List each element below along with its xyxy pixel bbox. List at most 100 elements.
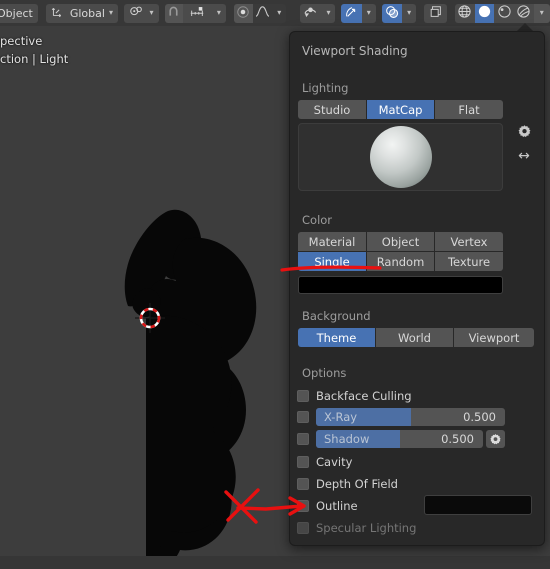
gizmo-toggle[interactable]	[341, 3, 362, 23]
color-option-vertex[interactable]: Vertex	[435, 232, 503, 251]
overlays-dropdown[interactable]: ▾	[402, 3, 417, 23]
orientation-axis-icon	[51, 5, 64, 21]
shading-material-preview-button[interactable]	[494, 3, 514, 23]
overlays-icon	[385, 5, 399, 22]
mode-selector[interactable]: Object	[0, 3, 38, 23]
gizmo-icon	[345, 5, 359, 22]
shadow-slider-label: Shadow	[324, 432, 370, 446]
specular-lighting-label: Specular Lighting	[316, 521, 417, 535]
matcap-settings-button[interactable]	[515, 122, 533, 140]
color-option-random[interactable]: Random	[367, 252, 435, 271]
background-option-theme[interactable]: Theme	[298, 328, 376, 347]
background-option-viewport[interactable]: Viewport	[454, 328, 534, 347]
shading-rendered-button[interactable]	[514, 3, 534, 23]
xray-toggle[interactable]	[424, 3, 448, 23]
proportional-edit-toggle[interactable]	[233, 3, 253, 23]
popover-title: Viewport Shading	[302, 44, 408, 58]
chevron-down-icon: ▾	[277, 8, 282, 17]
chevron-down-icon: ▾	[216, 8, 221, 17]
mode-label: Object	[0, 6, 33, 20]
transform-orientation-selector[interactable]: Global ▾	[45, 3, 118, 23]
shading-solid-button[interactable]	[474, 3, 495, 23]
backface-culling-checkbox[interactable]	[297, 390, 309, 402]
color-options-row2: Single Random Texture	[298, 252, 503, 271]
color-option-texture[interactable]: Texture	[435, 252, 503, 271]
snap-to-selector[interactable]	[182, 3, 212, 23]
option-depth-of-field[interactable]: Depth Of Field	[297, 475, 398, 493]
magnet-icon	[167, 5, 180, 21]
shading-wireframe-button[interactable]	[455, 3, 475, 23]
chevron-down-icon: ▾	[407, 8, 412, 17]
xray-slider-label: X-Ray	[324, 410, 358, 424]
viewport-header: Object Global ▾ ▾ ▾ ▾ ▾ ▾ ▾ ▾	[0, 0, 550, 26]
outline-label: Outline	[316, 499, 358, 513]
overlays-toggle[interactable]	[381, 3, 403, 23]
background-option-world[interactable]: World	[376, 328, 454, 347]
view-object-types-dropdown[interactable]: ▾	[321, 3, 336, 23]
color-section-label: Color	[302, 213, 333, 227]
option-backface-culling[interactable]: Backface Culling	[297, 387, 412, 405]
snap-dropdown[interactable]: ▾	[211, 3, 226, 23]
view-object-types-button[interactable]	[300, 3, 322, 23]
pivot-point-selector[interactable]: ▾	[124, 3, 159, 23]
shading-wireframe-icon	[457, 4, 472, 22]
gear-icon	[490, 433, 501, 444]
depth-of-field-label: Depth Of Field	[316, 477, 398, 491]
lighting-section-label: Lighting	[302, 81, 349, 95]
shadow-slider[interactable]: Shadow 0.500	[316, 430, 483, 448]
matcap-flip-button[interactable]: ↔	[515, 147, 533, 165]
outline-color-swatch[interactable]	[424, 495, 532, 515]
transform-orientation-label: Global	[69, 6, 105, 20]
pivot-point-icon	[129, 5, 143, 22]
option-shadow[interactable]: Shadow 0.500	[297, 430, 505, 448]
lighting-option-studio[interactable]: Studio	[298, 100, 367, 119]
color-option-object[interactable]: Object	[367, 232, 435, 251]
backface-culling-label: Backface Culling	[316, 389, 412, 403]
background-options: Theme World Viewport	[298, 328, 534, 347]
falloff-selector[interactable]	[252, 3, 273, 23]
shading-material-preview-icon	[497, 4, 512, 22]
xray-checkbox[interactable]	[297, 411, 309, 423]
single-color-swatch[interactable]	[298, 276, 503, 294]
gear-icon	[518, 124, 530, 137]
options-section-label: Options	[302, 366, 347, 380]
snap-magnet-toggle[interactable]	[164, 3, 183, 23]
shadow-checkbox[interactable]	[297, 433, 309, 445]
lighting-option-matcap[interactable]: MatCap	[367, 100, 435, 119]
gizmo-dropdown[interactable]: ▾	[361, 3, 376, 23]
falloff-dropdown[interactable]: ▾	[272, 3, 287, 23]
shading-dropdown[interactable]: ▾	[533, 3, 550, 23]
option-outline[interactable]: Outline	[297, 497, 358, 515]
specular-lighting-checkbox	[297, 522, 309, 534]
matcap-preview-box[interactable]	[298, 123, 503, 191]
color-option-single[interactable]: Single	[298, 252, 367, 271]
cavity-checkbox[interactable]	[297, 456, 309, 468]
option-xray[interactable]: X-Ray 0.500	[297, 408, 505, 426]
shading-rendered-icon	[516, 4, 531, 22]
matcap-sphere-preview	[369, 126, 432, 188]
lighting-options: Studio MatCap Flat	[298, 100, 503, 119]
3d-cursor	[135, 303, 165, 333]
lighting-option-flat[interactable]: Flat	[435, 100, 503, 119]
shading-solid-icon	[477, 4, 492, 22]
shadow-slider-value: 0.500	[441, 432, 474, 446]
outline-checkbox[interactable]	[297, 500, 309, 512]
snap-increment-icon	[189, 5, 205, 21]
color-option-material[interactable]: Material	[298, 232, 367, 251]
background-section-label: Background	[302, 309, 371, 323]
flip-horizontal-icon: ↔	[518, 148, 530, 164]
xray-slider[interactable]: X-Ray 0.500	[316, 408, 505, 426]
chevron-down-icon: ▾	[108, 8, 113, 17]
chevron-down-icon: ▾	[366, 8, 371, 17]
depth-of-field-checkbox[interactable]	[297, 478, 309, 490]
proportional-edit-icon	[236, 5, 250, 22]
shadow-settings-button[interactable]	[486, 430, 505, 448]
chevron-down-icon: ▾	[149, 8, 154, 17]
object-silhouette[interactable]	[0, 26, 290, 556]
color-options-row1: Material Object Vertex	[298, 232, 503, 251]
option-cavity[interactable]: Cavity	[297, 453, 352, 471]
chevron-down-icon: ▾	[539, 8, 544, 17]
falloff-curve-icon	[255, 5, 270, 21]
xray-slider-value: 0.500	[463, 410, 496, 424]
option-specular-lighting: Specular Lighting	[297, 519, 416, 537]
